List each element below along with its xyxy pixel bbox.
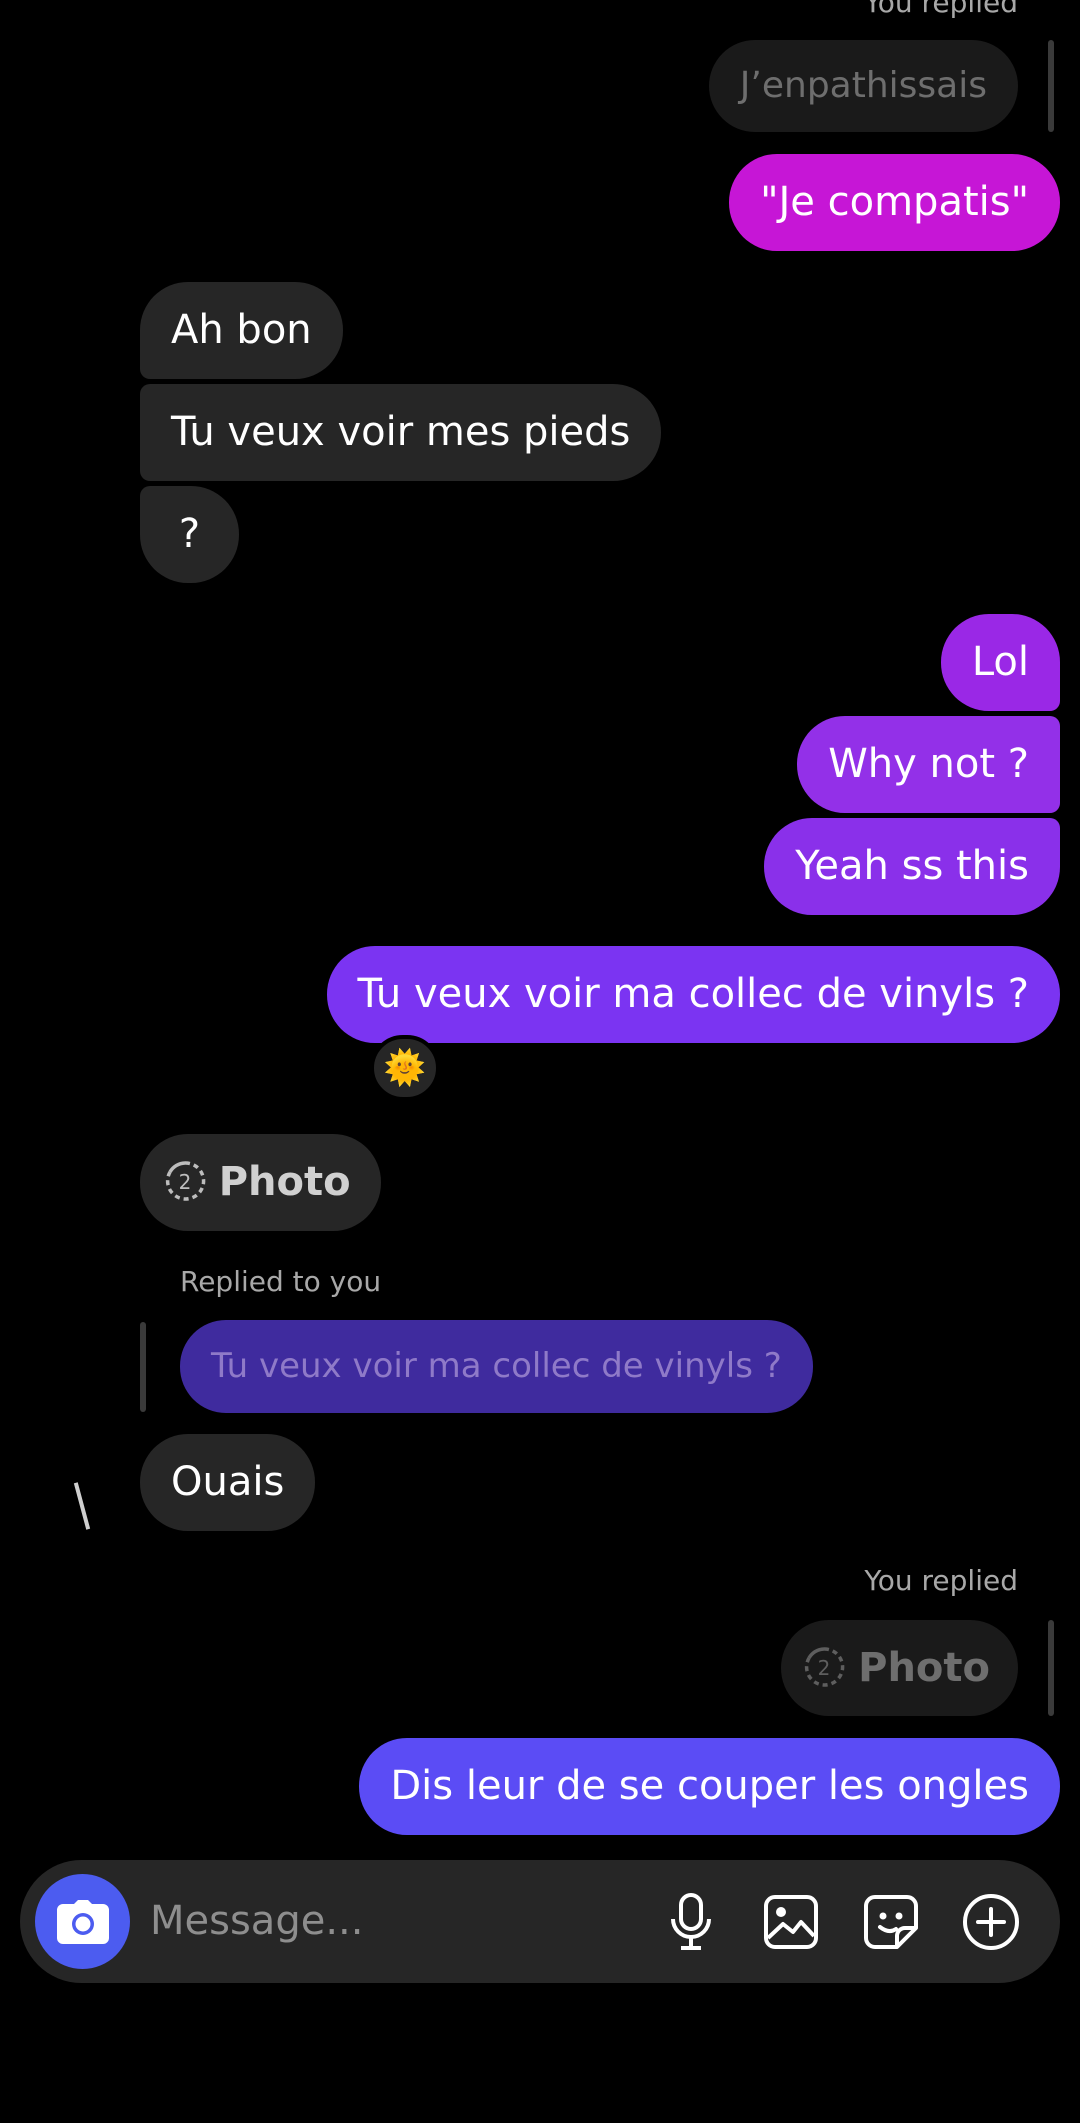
photo-label: Photo: [858, 1645, 990, 1691]
svg-text:2: 2: [818, 1656, 831, 1680]
message-bubble-outgoing[interactable]: Dis leur de se couper les ongles: [359, 1738, 1060, 1835]
view-once-icon: 2: [165, 1161, 206, 1201]
message-bubble-incoming[interactable]: Tu veux voir mes pieds: [140, 384, 662, 481]
replied-to-you-label: Replied to you: [180, 1265, 382, 1298]
message-reaction[interactable]: 🌞: [370, 1035, 440, 1101]
view-once-photo-bubble[interactable]: 2 Photo: [140, 1134, 381, 1231]
photo-label: Photo: [218, 1159, 351, 1205]
message-bubble-incoming[interactable]: Ouais: [140, 1434, 316, 1531]
replied-label-top: You replied: [864, 0, 1018, 19]
view-once-icon: 2: [805, 1647, 845, 1687]
sticker-button[interactable]: [860, 1891, 922, 1953]
gallery-button[interactable]: [760, 1891, 822, 1953]
microphone-button[interactable]: [660, 1891, 722, 1953]
quoted-photo-bubble[interactable]: 2 Photo: [781, 1620, 1018, 1716]
quoted-message-bubble[interactable]: Tu veux voir ma collec de vinyls ?: [180, 1320, 813, 1413]
sticker-icon: [864, 1895, 918, 1949]
sun-reaction-icon: 🌞: [383, 1048, 427, 1088]
camera-button[interactable]: [35, 1874, 130, 1969]
replied-label-bottom: You replied: [864, 1564, 1018, 1597]
message-bubble-outgoing[interactable]: Tu veux voir ma collec de vinyls ?: [326, 946, 1060, 1043]
avatar[interactable]: [73, 1482, 91, 1530]
microphone-icon: [671, 1893, 711, 1950]
quoted-message-bubble[interactable]: J’enpathissais: [708, 40, 1018, 132]
message-input[interactable]: Message...: [150, 1860, 363, 1983]
camera-icon: [56, 1899, 109, 1944]
message-bubble-incoming[interactable]: Ah bon: [140, 282, 343, 379]
message-bubble-outgoing[interactable]: Yeah ss this: [764, 818, 1060, 915]
reply-indicator-bar: [1048, 1620, 1054, 1716]
message-bubble-outgoing[interactable]: Why not ?: [797, 716, 1060, 813]
reply-indicator-bar: [140, 1322, 146, 1412]
message-bubble-outgoing[interactable]: "Je compatis": [729, 154, 1060, 251]
reply-indicator-bar: [1048, 40, 1054, 132]
plus-circle-icon: [963, 1894, 1019, 1950]
more-button[interactable]: [960, 1891, 1022, 1953]
message-composer: Message...: [20, 1860, 1060, 1983]
message-bubble-outgoing[interactable]: Lol: [940, 614, 1060, 711]
message-bubble-incoming[interactable]: ?: [140, 486, 239, 583]
image-icon: [764, 1895, 818, 1949]
svg-text:2: 2: [179, 1170, 192, 1194]
